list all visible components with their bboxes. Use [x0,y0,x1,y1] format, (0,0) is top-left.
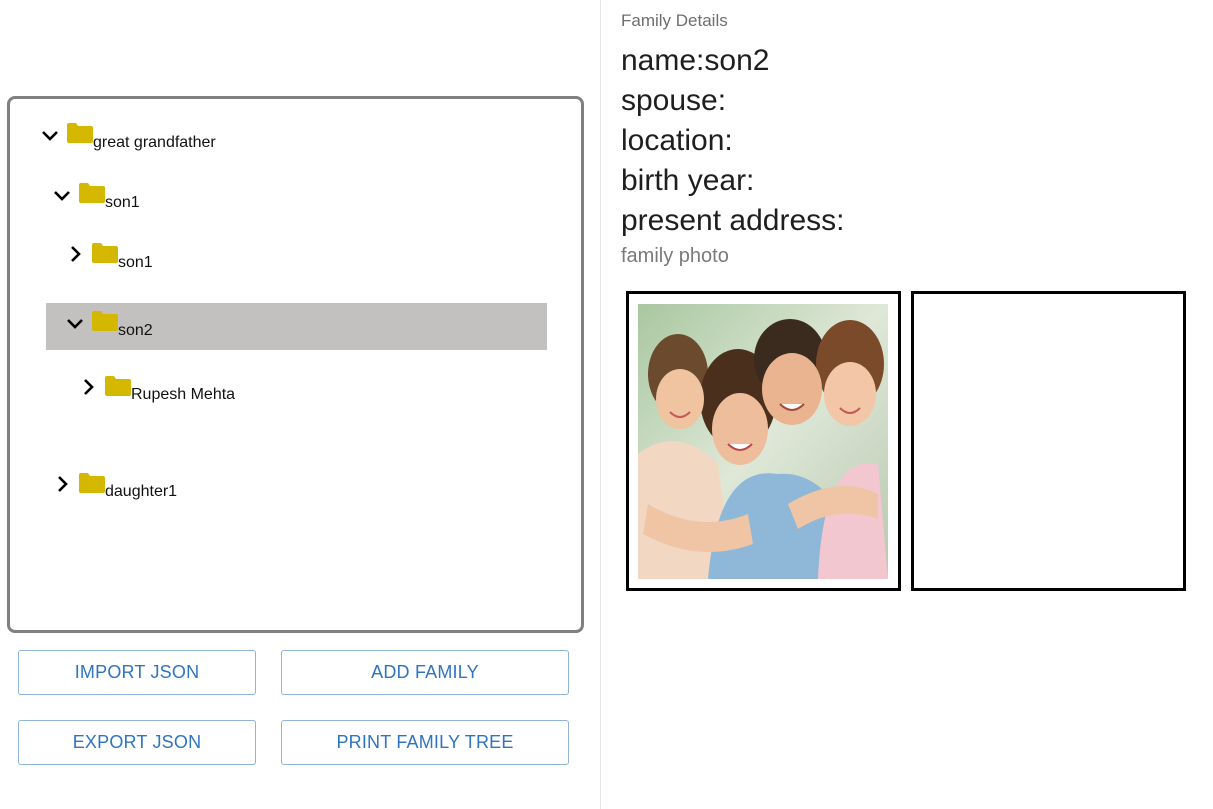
add-family-button[interactable]: ADD FAMILY [281,650,569,695]
tree-node-daughter1[interactable]: daughter1 [52,469,352,509]
tree-node-label: son1 [105,194,140,211]
chevron-right-icon[interactable] [65,244,85,264]
present-address-field: present address: [621,204,845,237]
tree-node-son2[interactable]: son2 [46,303,547,350]
family-photo-image [638,304,888,579]
left-pane: great grandfather son1 son1 son2 Rupesh … [0,0,600,809]
tree-node-label: son1 [118,254,153,271]
tree-node-son1[interactable]: son1 [52,179,352,219]
folder-icon [92,311,118,331]
folder-icon [67,123,93,143]
folder-icon [105,376,131,396]
family-tree-panel: great grandfather son1 son1 son2 Rupesh … [7,96,584,633]
chevron-down-icon[interactable] [40,125,60,145]
chevron-right-icon[interactable] [52,474,72,494]
empty-photo-frame[interactable] [911,291,1186,591]
tree-node-great-grandfather[interactable]: great grandfather [40,119,340,159]
family-photo-frame[interactable] [626,291,901,591]
export-json-button[interactable]: EXPORT JSON [18,720,256,765]
tree-node-label: daughter1 [105,483,178,500]
chevron-down-icon[interactable] [65,313,85,333]
import-json-button[interactable]: IMPORT JSON [18,650,256,695]
tree-node-label: Rupesh Mehta [131,386,236,403]
chevron-down-icon[interactable] [52,185,72,205]
family-details-heading: Family Details [621,11,728,30]
name-field: name:son2 [621,44,770,77]
folder-icon [79,183,105,203]
folder-icon [92,243,118,263]
chevron-right-icon[interactable] [78,377,98,397]
print-family-tree-button[interactable]: PRINT FAMILY TREE [281,720,569,765]
spouse-field: spouse: [621,84,727,117]
tree-node-rupesh-mehta[interactable]: Rupesh Mehta [78,372,378,412]
pane-divider [600,0,601,809]
folder-icon [79,473,105,493]
location-field: location: [621,124,733,157]
tree-node-label: son2 [118,322,153,339]
tree-node-son1-child[interactable]: son1 [65,239,365,279]
family-photo-label: family photo [621,245,729,267]
birth-year-field: birth year: [621,164,755,197]
tree-node-label: great grandfather [93,134,216,151]
